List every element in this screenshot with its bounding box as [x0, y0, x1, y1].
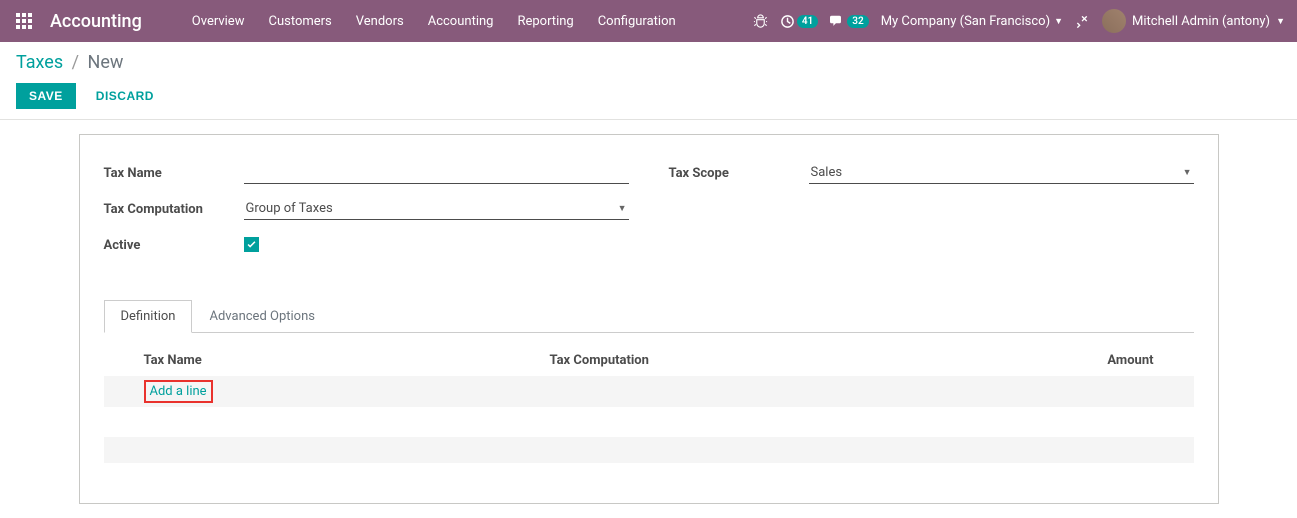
table-footer: [104, 437, 1194, 463]
table-spacer: [104, 407, 1194, 437]
col-tax-computation: Tax Computation: [540, 345, 976, 376]
table-wrap: Tax Name Tax Computation Amount Add a li…: [104, 345, 1194, 463]
form-sheet: Tax Name Tax Computation Group of Taxes …: [79, 134, 1219, 504]
form-container: Tax Name Tax Computation Group of Taxes …: [0, 120, 1297, 518]
chevron-down-icon: ▼: [1276, 16, 1285, 27]
tax-name-input[interactable]: [244, 162, 629, 184]
company-name: My Company (San Francisco): [881, 14, 1050, 29]
avatar: [1102, 9, 1126, 33]
field-active: Active: [104, 231, 629, 259]
nav-right: 41 32 My Company (San Francisco) ▼ Mitch…: [753, 9, 1285, 33]
tax-name-input-wrap: [244, 162, 629, 184]
tax-scope-select[interactable]: Sales ▼: [809, 162, 1194, 184]
active-label: Active: [104, 238, 244, 253]
clock-badge: 41: [797, 15, 818, 28]
chevron-down-icon: ▼: [618, 203, 627, 214]
add-a-line-link[interactable]: Add a line: [144, 380, 213, 403]
tabs: Definition Advanced Options Tax Name Tax…: [104, 299, 1194, 463]
tax-scope-input-wrap: Sales ▼: [809, 162, 1194, 184]
actions: SAVE DISCARD: [16, 83, 1281, 119]
tax-name-label: Tax Name: [104, 166, 244, 181]
tab-bar: Definition Advanced Options: [104, 299, 1194, 333]
tax-computation-select[interactable]: Group of Taxes ▼: [244, 198, 629, 220]
tax-computation-label: Tax Computation: [104, 202, 244, 217]
tab-definition[interactable]: Definition: [104, 300, 193, 333]
nav-reporting[interactable]: Reporting: [507, 8, 583, 35]
chevron-down-icon: ▼: [1054, 16, 1063, 27]
apps-icon[interactable]: [12, 9, 36, 33]
col-tax-name: Tax Name: [104, 345, 540, 376]
active-input-wrap: [244, 237, 629, 254]
nav-menu: Overview Customers Vendors Accounting Re…: [182, 8, 686, 35]
tab-advanced-options[interactable]: Advanced Options: [192, 300, 331, 333]
debug-icon[interactable]: [753, 14, 768, 29]
active-checkbox[interactable]: [244, 237, 259, 252]
company-switcher[interactable]: My Company (San Francisco) ▼: [881, 14, 1063, 29]
nav-vendors[interactable]: Vendors: [346, 8, 414, 35]
nav-accounting[interactable]: Accounting: [418, 8, 504, 35]
discard-button[interactable]: DISCARD: [86, 83, 164, 109]
breadcrumb-current: New: [88, 52, 124, 73]
field-tax-name: Tax Name: [104, 159, 629, 187]
dev-tools-icon[interactable]: [1075, 14, 1090, 29]
form-col-left: Tax Name Tax Computation Group of Taxes …: [104, 159, 629, 267]
nav-configuration[interactable]: Configuration: [588, 8, 686, 35]
chat-icon[interactable]: 32: [830, 14, 868, 29]
form-row-top: Tax Name Tax Computation Group of Taxes …: [104, 159, 1194, 267]
definition-table: Tax Name Tax Computation Amount Add a li…: [104, 345, 1194, 463]
navbar: Accounting Overview Customers Vendors Ac…: [0, 0, 1297, 42]
save-button[interactable]: SAVE: [16, 83, 76, 109]
tax-scope-value: Sales: [811, 165, 843, 180]
user-name: Mitchell Admin (antony): [1132, 14, 1270, 29]
breadcrumb-separator: /: [72, 52, 79, 73]
nav-overview[interactable]: Overview: [182, 8, 255, 35]
field-tax-computation: Tax Computation Group of Taxes ▼: [104, 195, 629, 223]
user-menu[interactable]: Mitchell Admin (antony) ▼: [1102, 9, 1285, 33]
add-line-row: Add a line: [104, 376, 1194, 407]
field-tax-scope: Tax Scope Sales ▼: [669, 159, 1194, 187]
tax-computation-input-wrap: Group of Taxes ▼: [244, 198, 629, 220]
clock-icon[interactable]: 41: [780, 14, 818, 29]
app-brand[interactable]: Accounting: [50, 11, 142, 32]
col-amount: Amount: [976, 345, 1194, 376]
breadcrumb-link[interactable]: Taxes: [16, 52, 63, 73]
tax-scope-label: Tax Scope: [669, 166, 809, 181]
control-panel: Taxes / New SAVE DISCARD: [0, 42, 1297, 120]
breadcrumb: Taxes / New: [16, 52, 1281, 73]
nav-customers[interactable]: Customers: [258, 8, 341, 35]
chevron-down-icon: ▼: [1183, 167, 1192, 178]
form-col-right: Tax Scope Sales ▼: [669, 159, 1194, 267]
chat-badge: 32: [847, 15, 868, 28]
tax-computation-value: Group of Taxes: [246, 201, 333, 216]
